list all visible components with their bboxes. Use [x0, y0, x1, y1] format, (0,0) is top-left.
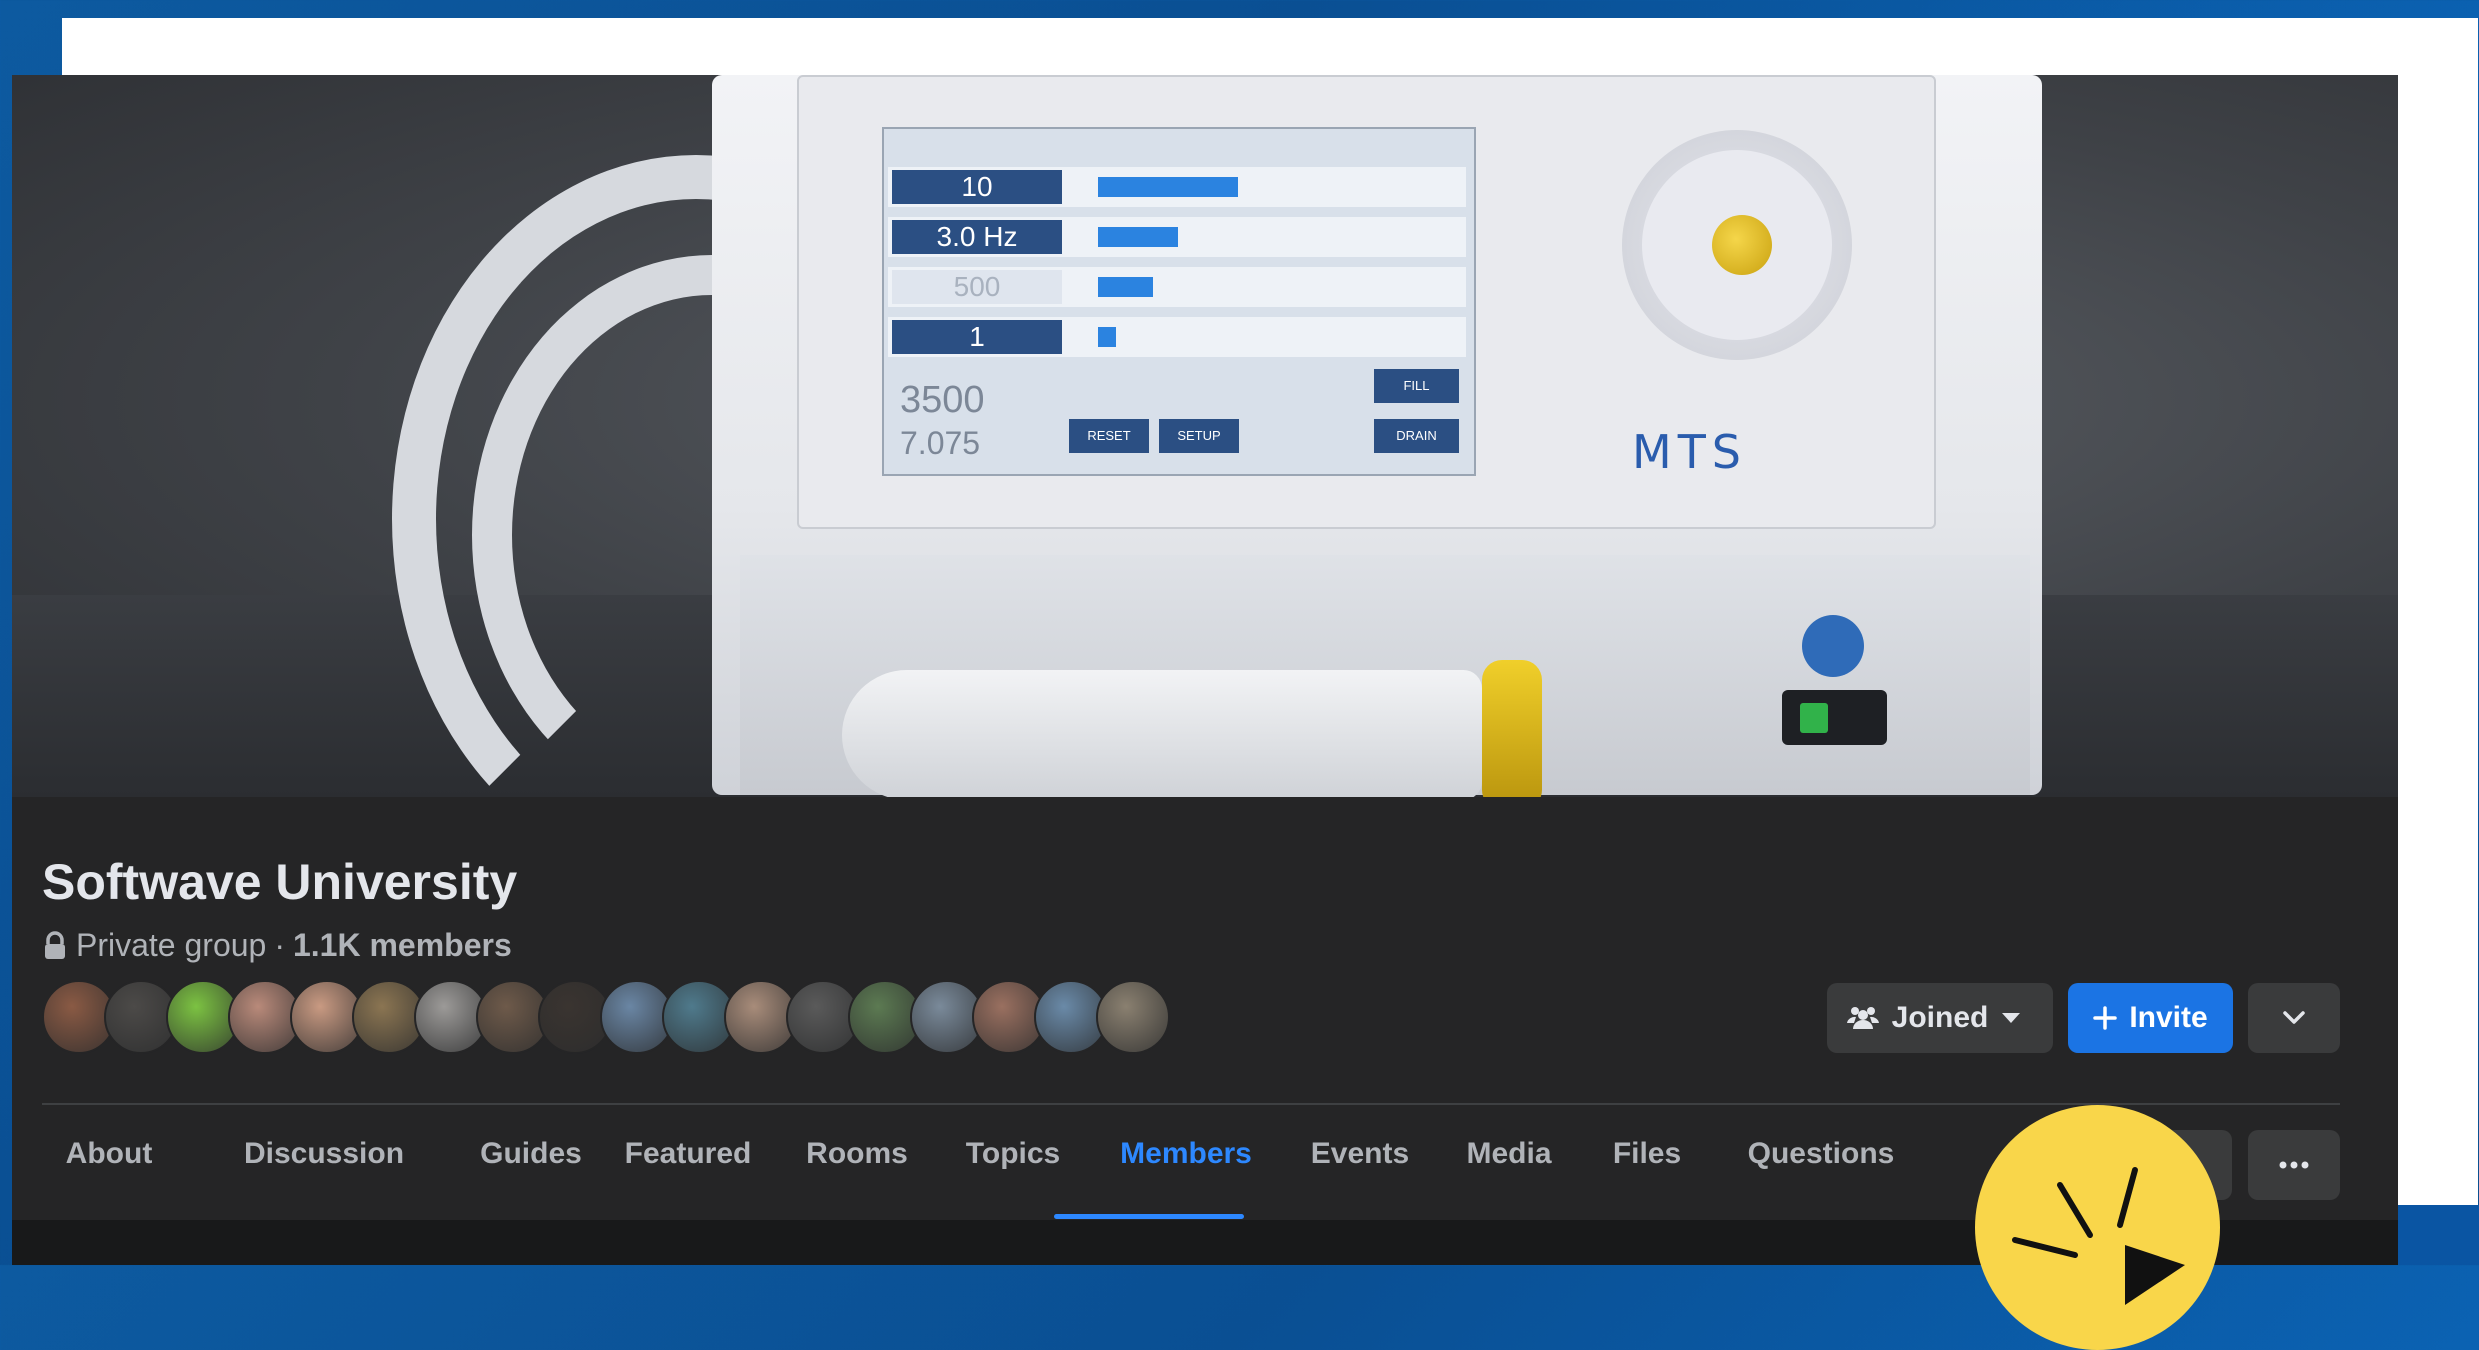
screen-row-fill [1098, 177, 1238, 197]
group-meta: Private group · 1.1K members [42, 927, 512, 964]
dial-knob [1712, 215, 1772, 275]
caret-down-icon [2002, 1013, 2021, 1023]
screen-button: SETUP [1159, 419, 1239, 453]
tab-featured[interactable]: Featured [602, 1128, 774, 1218]
lock-icon [45, 930, 65, 959]
group-members-icon [1846, 1007, 1879, 1029]
group-privacy: Private group [76, 927, 267, 963]
cover-photo[interactable]: 10 3.0 Hz 500 1 3500 7.075 RESET SETUP F… [12, 75, 2398, 797]
screen-row-fill [1098, 277, 1153, 297]
screen-row-fill [1098, 327, 1116, 347]
tab-members[interactable]: Members [1096, 1128, 1276, 1218]
power-switch-led [1800, 703, 1828, 733]
applicator-handpiece [842, 670, 1482, 797]
device-brand: MTS [1632, 425, 1747, 479]
applicator-cap [1482, 660, 1542, 797]
tab-files[interactable]: Files [1587, 1128, 1707, 1218]
more-options-button[interactable] [2248, 983, 2340, 1053]
screen-row-value: 500 [892, 270, 1062, 304]
tab-rooms[interactable]: Rooms [787, 1128, 927, 1218]
device-screen: 10 3.0 Hz 500 1 3500 7.075 RESET SETUP F… [882, 127, 1476, 476]
plus-icon [2093, 1006, 2118, 1030]
screen-row: 10 [888, 167, 1466, 207]
chevron-down-icon [2283, 1011, 2305, 1024]
screen-button: RESET [1069, 419, 1149, 453]
cursor-arrow-icon [2012, 1167, 2185, 1305]
tab-guides[interactable]: Guides [472, 1128, 590, 1218]
invite-label: Invite [2129, 1001, 2208, 1034]
screen-total: 7.075 [900, 425, 981, 461]
joined-label: Joined [1891, 1001, 1989, 1034]
meta-separator: · [274, 927, 285, 963]
screen-button: DRAIN [1374, 419, 1459, 453]
tab-about[interactable]: About [42, 1128, 176, 1218]
member-avatars [42, 980, 1182, 1054]
active-tab-indicator [1054, 1214, 1244, 1219]
tab-media[interactable]: Media [1444, 1128, 1574, 1218]
screen-row: 500 [888, 267, 1466, 307]
joined-button[interactable]: Joined [1827, 983, 2053, 1053]
tab-events[interactable]: Events [1289, 1128, 1431, 1218]
screen-row-fill [1098, 227, 1178, 247]
screen-row-value: 1 [892, 320, 1062, 354]
screen-row: 1 [888, 317, 1466, 357]
power-switch [1782, 690, 1887, 745]
group-name[interactable]: Softwave University [42, 853, 517, 911]
tab-discussion[interactable]: Discussion [190, 1128, 458, 1218]
screen-row: 3.0 Hz [888, 217, 1466, 257]
group-page: 10 3.0 Hz 500 1 3500 7.075 RESET SETUP F… [12, 75, 2398, 1265]
tab-questions[interactable]: Questions [1718, 1128, 1924, 1218]
screen-row-value: 3.0 Hz [892, 220, 1062, 254]
tab-more-button[interactable] [2248, 1130, 2340, 1200]
screen-button: FILL [1374, 369, 1459, 403]
tab-topics[interactable]: Topics [944, 1128, 1082, 1218]
device-badge-icon [1802, 615, 1864, 677]
screen-row-value: 10 [892, 170, 1062, 204]
member-avatar[interactable] [1096, 980, 1170, 1054]
screen-total: 3500 [900, 379, 985, 421]
members-count[interactable]: 1.1K members [293, 927, 512, 964]
click-indicator-icon [1975, 1105, 2220, 1350]
ellipsis-icon [2279, 1161, 2309, 1169]
invite-button[interactable]: Invite [2068, 983, 2233, 1053]
